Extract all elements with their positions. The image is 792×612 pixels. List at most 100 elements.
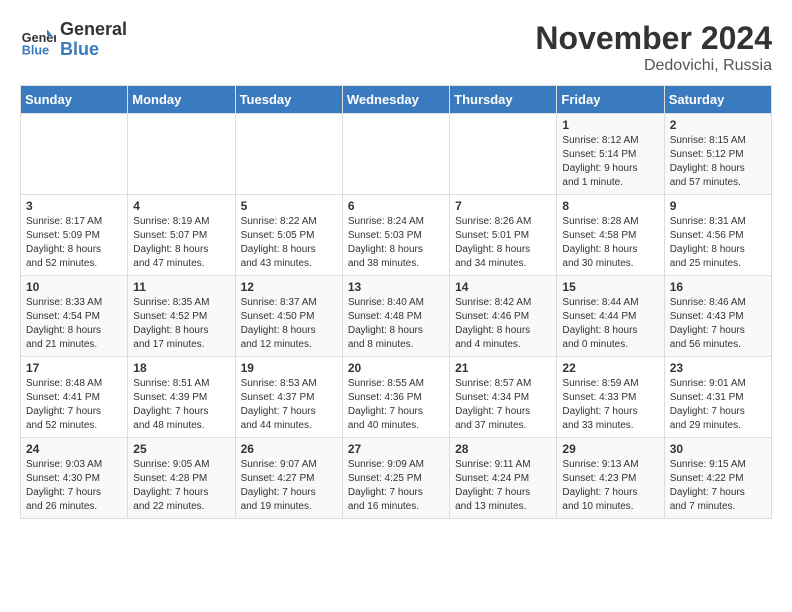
day-header-saturday: Saturday bbox=[664, 86, 771, 114]
day-cell: 13 Sunrise: 8:40 AMSunset: 4:48 PMDayligh… bbox=[342, 276, 449, 357]
day-header-wednesday: Wednesday bbox=[342, 86, 449, 114]
day-cell bbox=[450, 114, 557, 195]
day-header-sunday: Sunday bbox=[21, 86, 128, 114]
day-cell bbox=[21, 114, 128, 195]
day-number: 4 bbox=[133, 199, 229, 213]
day-cell: 19 Sunrise: 8:53 AMSunset: 4:37 PMDayligh… bbox=[235, 357, 342, 438]
day-number: 2 bbox=[670, 118, 766, 132]
day-cell: 6 Sunrise: 8:24 AMSunset: 5:03 PMDaylight… bbox=[342, 195, 449, 276]
day-number: 7 bbox=[455, 199, 551, 213]
day-cell bbox=[235, 114, 342, 195]
day-cell: 2Sunrise: 8:15 AMSunset: 5:12 PMDaylight… bbox=[664, 114, 771, 195]
day-info: Sunrise: 8:35 AMSunset: 4:52 PMDaylight:… bbox=[133, 296, 229, 352]
day-info: Sunrise: 9:13 AMSunset: 4:23 PMDaylight:… bbox=[562, 458, 658, 514]
day-info: Sunrise: 9:11 AMSunset: 4:24 PMDaylight:… bbox=[455, 458, 551, 514]
day-number: 5 bbox=[241, 199, 337, 213]
day-info: Sunrise: 8:40 AMSunset: 4:48 PMDaylight:… bbox=[348, 296, 444, 352]
day-number: 26 bbox=[241, 442, 337, 456]
day-cell: 16 Sunrise: 8:46 AMSunset: 4:43 PMDayligh… bbox=[664, 276, 771, 357]
day-cell: 25 Sunrise: 9:05 AMSunset: 4:28 PMDayligh… bbox=[128, 438, 235, 519]
day-info: Sunrise: 8:42 AMSunset: 4:46 PMDaylight:… bbox=[455, 296, 551, 352]
day-number: 19 bbox=[241, 361, 337, 375]
logo: General Blue General Blue bbox=[20, 20, 127, 60]
day-number: 28 bbox=[455, 442, 551, 456]
week-row-1: 1 Sunrise: 8:12 AMSunset: 5:14 PMDaylight… bbox=[21, 114, 772, 195]
day-info: Sunrise: 8:57 AMSunset: 4:34 PMDaylight:… bbox=[455, 377, 551, 433]
day-cell: 24 Sunrise: 9:03 AMSunset: 4:30 PMDayligh… bbox=[21, 438, 128, 519]
day-cell: 10 Sunrise: 8:33 AMSunset: 4:54 PMDayligh… bbox=[21, 276, 128, 357]
day-cell: 11Sunrise: 8:35 AMSunset: 4:52 PMDayligh… bbox=[128, 276, 235, 357]
svg-text:Blue: Blue bbox=[22, 43, 49, 57]
day-cell: 21 Sunrise: 8:57 AMSunset: 4:34 PMDayligh… bbox=[450, 357, 557, 438]
day-cell: 23Sunrise: 9:01 AMSunset: 4:31 PMDayligh… bbox=[664, 357, 771, 438]
day-cell: 30 Sunrise: 9:15 AMSunset: 4:22 PMDayligh… bbox=[664, 438, 771, 519]
page-header: General Blue General Blue November 2024 … bbox=[20, 20, 772, 75]
day-info: Sunrise: 8:24 AMSunset: 5:03 PMDaylight:… bbox=[348, 215, 444, 271]
day-number: 24 bbox=[26, 442, 122, 456]
week-row-5: 24 Sunrise: 9:03 AMSunset: 4:30 PMDayligh… bbox=[21, 438, 772, 519]
day-cell: 1 Sunrise: 8:12 AMSunset: 5:14 PMDaylight… bbox=[557, 114, 664, 195]
day-header-monday: Monday bbox=[128, 86, 235, 114]
day-info: Sunrise: 8:48 AMSunset: 4:41 PMDaylight:… bbox=[26, 377, 122, 433]
day-info: Sunrise: 8:44 AMSunset: 4:44 PMDaylight:… bbox=[562, 296, 658, 352]
day-cell: 8Sunrise: 8:28 AMSunset: 4:58 PMDaylight… bbox=[557, 195, 664, 276]
day-info: Sunrise: 9:05 AMSunset: 4:28 PMDaylight:… bbox=[133, 458, 229, 514]
week-row-3: 10 Sunrise: 8:33 AMSunset: 4:54 PMDayligh… bbox=[21, 276, 772, 357]
day-info: Sunrise: 8:19 AMSunset: 5:07 PMDaylight:… bbox=[133, 215, 229, 271]
location: Dedovichi, Russia bbox=[535, 57, 772, 75]
logo-text: General Blue bbox=[60, 20, 127, 60]
day-cell: 7Sunrise: 8:26 AMSunset: 5:01 PMDaylight… bbox=[450, 195, 557, 276]
day-cell: 29 Sunrise: 9:13 AMSunset: 4:23 PMDayligh… bbox=[557, 438, 664, 519]
day-cell: 3 Sunrise: 8:17 AMSunset: 5:09 PMDaylight… bbox=[21, 195, 128, 276]
day-number: 20 bbox=[348, 361, 444, 375]
day-number: 9 bbox=[670, 199, 766, 213]
day-number: 30 bbox=[670, 442, 766, 456]
day-cell: 20 Sunrise: 8:55 AMSunset: 4:36 PMDayligh… bbox=[342, 357, 449, 438]
day-number: 18 bbox=[133, 361, 229, 375]
day-info: Sunrise: 9:03 AMSunset: 4:30 PMDaylight:… bbox=[26, 458, 122, 514]
day-cell: 28 Sunrise: 9:11 AMSunset: 4:24 PMDayligh… bbox=[450, 438, 557, 519]
month-title: November 2024 bbox=[535, 20, 772, 57]
day-info: Sunrise: 8:55 AMSunset: 4:36 PMDaylight:… bbox=[348, 377, 444, 433]
day-number: 13 bbox=[348, 280, 444, 294]
day-number: 3 bbox=[26, 199, 122, 213]
day-info: Sunrise: 8:59 AMSunset: 4:33 PMDaylight:… bbox=[562, 377, 658, 433]
day-number: 12 bbox=[241, 280, 337, 294]
logo-icon: General Blue bbox=[20, 22, 56, 58]
week-row-4: 17Sunrise: 8:48 AMSunset: 4:41 PMDayligh… bbox=[21, 357, 772, 438]
day-cell: 12 Sunrise: 8:37 AMSunset: 4:50 PMDayligh… bbox=[235, 276, 342, 357]
day-info: Sunrise: 8:12 AMSunset: 5:14 PMDaylight:… bbox=[562, 134, 658, 190]
day-cell: 4 Sunrise: 8:19 AMSunset: 5:07 PMDaylight… bbox=[128, 195, 235, 276]
day-header-thursday: Thursday bbox=[450, 86, 557, 114]
day-number: 21 bbox=[455, 361, 551, 375]
day-header-tuesday: Tuesday bbox=[235, 86, 342, 114]
day-cell: 17Sunrise: 8:48 AMSunset: 4:41 PMDayligh… bbox=[21, 357, 128, 438]
day-info: Sunrise: 8:31 AMSunset: 4:56 PMDaylight:… bbox=[670, 215, 766, 271]
day-cell: 26 Sunrise: 9:07 AMSunset: 4:27 PMDayligh… bbox=[235, 438, 342, 519]
day-number: 16 bbox=[670, 280, 766, 294]
title-block: November 2024 Dedovichi, Russia bbox=[535, 20, 772, 75]
day-number: 25 bbox=[133, 442, 229, 456]
day-info: Sunrise: 9:09 AMSunset: 4:25 PMDaylight:… bbox=[348, 458, 444, 514]
day-info: Sunrise: 8:33 AMSunset: 4:54 PMDaylight:… bbox=[26, 296, 122, 352]
day-number: 10 bbox=[26, 280, 122, 294]
calendar: SundayMondayTuesdayWednesdayThursdayFrid… bbox=[20, 85, 772, 519]
day-number: 15 bbox=[562, 280, 658, 294]
day-cell bbox=[128, 114, 235, 195]
day-info: Sunrise: 8:22 AMSunset: 5:05 PMDaylight:… bbox=[241, 215, 337, 271]
day-number: 6 bbox=[348, 199, 444, 213]
day-number: 14 bbox=[455, 280, 551, 294]
day-number: 1 bbox=[562, 118, 658, 132]
day-info: Sunrise: 8:51 AMSunset: 4:39 PMDaylight:… bbox=[133, 377, 229, 433]
day-number: 29 bbox=[562, 442, 658, 456]
day-info: Sunrise: 9:07 AMSunset: 4:27 PMDaylight:… bbox=[241, 458, 337, 514]
day-number: 23 bbox=[670, 361, 766, 375]
day-cell: 27Sunrise: 9:09 AMSunset: 4:25 PMDayligh… bbox=[342, 438, 449, 519]
day-info: Sunrise: 8:17 AMSunset: 5:09 PMDaylight:… bbox=[26, 215, 122, 271]
day-info: Sunrise: 8:53 AMSunset: 4:37 PMDaylight:… bbox=[241, 377, 337, 433]
day-info: Sunrise: 8:46 AMSunset: 4:43 PMDaylight:… bbox=[670, 296, 766, 352]
day-info: Sunrise: 8:37 AMSunset: 4:50 PMDaylight:… bbox=[241, 296, 337, 352]
day-info: Sunrise: 9:15 AMSunset: 4:22 PMDaylight:… bbox=[670, 458, 766, 514]
day-info: Sunrise: 8:28 AMSunset: 4:58 PMDaylight:… bbox=[562, 215, 658, 271]
day-cell: 22Sunrise: 8:59 AMSunset: 4:33 PMDayligh… bbox=[557, 357, 664, 438]
